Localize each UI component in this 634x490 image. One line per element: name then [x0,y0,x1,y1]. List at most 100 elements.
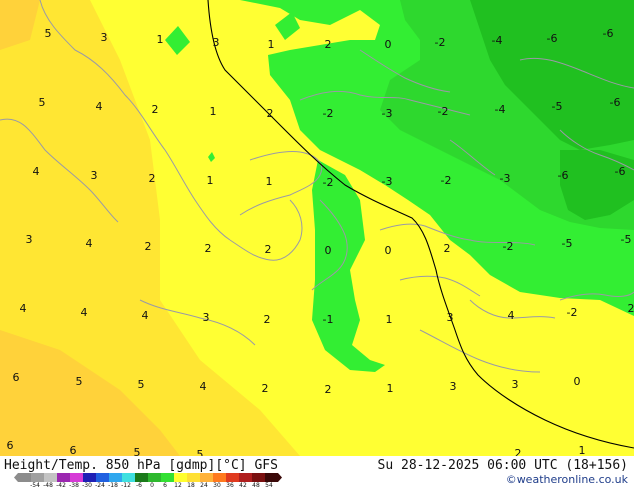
value-label: 4 [508,309,515,322]
value-label: -6 [610,96,621,109]
value-label: 1 [266,175,273,188]
value-label: 4 [81,306,88,319]
scale-label: -12 [121,482,131,489]
scale-arrow-right [278,473,282,482]
value-label: -6 [558,169,569,182]
value-label: 4 [96,100,103,113]
scale-label: -24 [95,482,105,489]
value-label: 2 [515,447,522,456]
value-label: 1 [207,174,214,187]
value-label: -2 [438,105,449,118]
value-label: 2 [264,313,271,326]
value-label: 6 [70,444,77,456]
credit-link[interactable]: ©weatheronline.co.uk [506,473,628,486]
value-label: 2 [145,240,152,253]
value-label: 4 [142,309,149,322]
value-label: 1 [579,444,586,456]
value-label: 3 [91,169,98,182]
scale-swatch [213,473,226,482]
value-label: 2 [267,107,274,120]
value-label: -3 [382,175,393,188]
value-label: -2 [435,36,446,49]
scale-swatch [96,473,109,482]
value-label: 5 [45,27,52,40]
scale-swatch [252,473,265,482]
value-label: 2 [262,382,269,395]
value-label: 2 [325,38,332,51]
value-label: -2 [323,176,334,189]
scale-swatch [265,473,278,482]
scale-swatch [83,473,96,482]
value-label: 1 [386,313,393,326]
value-label: 4 [33,165,40,178]
scale-swatch [135,473,148,482]
scale-label: 24 [200,482,208,489]
value-label: -2 [503,240,514,253]
value-label: -2 [441,174,452,187]
scale-label: 54 [265,482,273,489]
value-label: 1 [268,38,275,51]
color-scale-bar [14,473,282,482]
scale-swatch [148,473,161,482]
value-label: -3 [382,107,393,120]
value-label: 2 [628,302,634,315]
value-label: -2 [567,306,578,319]
scale-swatch [239,473,252,482]
value-label: 4 [86,237,93,250]
scale-label: 42 [239,482,247,489]
value-label: 1 [387,382,394,395]
value-label: -5 [621,233,632,246]
value-label: 3 [26,233,33,246]
value-label: 3 [512,378,519,391]
value-label: -2 [323,107,334,120]
value-label: 2 [205,242,212,255]
scale-label: 18 [187,482,195,489]
scale-swatch [44,473,57,482]
scale-swatch [18,473,31,482]
value-label: 5 [76,375,83,388]
value-label: 0 [574,375,581,388]
scale-label: -54 [30,482,40,489]
value-label: 1 [157,33,164,46]
scale-label: -42 [56,482,66,489]
scale-swatch [174,473,187,482]
value-label: 5 [197,448,204,456]
value-label: 4 [200,380,207,393]
value-label: -6 [547,32,558,45]
scale-label: -30 [82,482,92,489]
scale-label: 30 [213,482,221,489]
scale-label: -6 [136,482,142,489]
scale-label: 48 [252,482,260,489]
value-label: 2 [152,103,159,116]
value-label: 2 [265,243,272,256]
map-title: Height/Temp. 850 hPa [gdmp][°C] GFS [4,458,278,473]
scale-label: 6 [163,482,167,489]
footer: Height/Temp. 850 hPa [gdmp][°C] GFS Su 2… [0,456,634,490]
scale-swatch [187,473,200,482]
scale-label: 12 [174,482,182,489]
scale-label: 0 [150,482,154,489]
value-label: 5 [138,378,145,391]
value-label: 6 [7,439,14,452]
scale-swatch [31,473,44,482]
value-label: -5 [552,100,563,113]
value-label: -6 [603,27,614,40]
value-label: 0 [385,244,392,257]
scale-swatch [226,473,239,482]
value-label: 3 [450,380,457,393]
value-label: 0 [385,38,392,51]
chart-page: 5 3 1 3 1 2 0 -2 -4 -6 -6 5 4 2 1 2 -2 -3 -2 -4 -5 -6 4 3 2 1 1 -2-… [0,0,634,490]
value-label: 3 [213,36,220,49]
scale-swatch [57,473,70,482]
value-label: -6 [615,165,626,178]
value-label: 5 [134,446,141,456]
value-label: -4 [495,103,506,116]
value-label: 6 [13,371,20,384]
value-label: -5 [562,237,573,250]
scale-label: 36 [226,482,234,489]
map-datetime: Su 28-12-2025 06:00 UTC (18+156) [377,458,628,473]
scale-arrow-left [14,473,18,482]
value-label: 3 [101,31,108,44]
value-label: 2 [149,172,156,185]
value-label: -3 [500,172,511,185]
